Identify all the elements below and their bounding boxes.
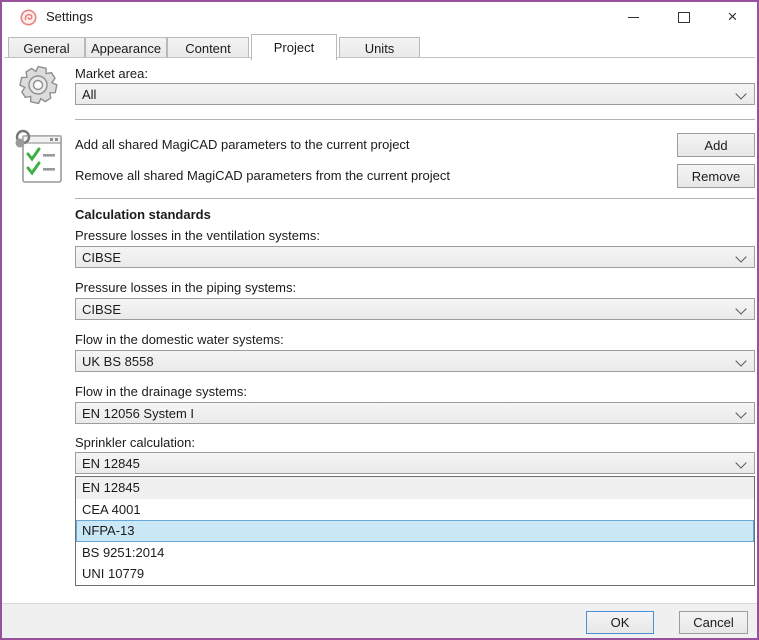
dropdown-option-uni-10779[interactable]: UNI 10779 bbox=[76, 563, 754, 585]
tab-content[interactable]: Content bbox=[167, 37, 249, 59]
drainage-flow-label: Flow in the drainage systems: bbox=[75, 384, 247, 399]
domestic-water-flow-select[interactable]: UK BS 8558 bbox=[75, 350, 755, 372]
tab-appearance[interactable]: Appearance bbox=[85, 37, 167, 59]
market-area-label: Market area: bbox=[75, 66, 148, 81]
close-button[interactable]: × bbox=[710, 2, 755, 32]
title-bar: Settings × bbox=[2, 2, 757, 33]
separator bbox=[75, 119, 755, 120]
chevron-down-icon bbox=[735, 88, 746, 99]
maximize-button[interactable] bbox=[661, 2, 706, 32]
dropdown-option-en-12845[interactable]: EN 12845 bbox=[76, 477, 754, 499]
maximize-icon bbox=[678, 12, 690, 23]
sprinkler-calculation-select[interactable]: EN 12845 bbox=[75, 452, 755, 474]
add-button[interactable]: Add bbox=[677, 133, 755, 157]
calculation-standards-heading: Calculation standards bbox=[75, 207, 211, 222]
chevron-down-icon bbox=[735, 407, 746, 418]
checklist-icon bbox=[12, 128, 66, 193]
window-title: Settings bbox=[46, 9, 93, 24]
dropdown-option-cea-4001[interactable]: CEA 4001 bbox=[76, 499, 754, 521]
chevron-down-icon bbox=[735, 457, 746, 468]
ventilation-pressure-select[interactable]: CIBSE bbox=[75, 246, 755, 268]
tab-strip: General Appearance Content Project Units bbox=[2, 33, 757, 60]
remove-parameters-text: Remove all shared MagiCAD parameters fro… bbox=[75, 168, 450, 183]
chevron-down-icon bbox=[735, 303, 746, 314]
sprinkler-dropdown-list: EN 12845 CEA 4001 NFPA-13 BS 9251:2014 U… bbox=[75, 476, 755, 586]
tab-page-border bbox=[4, 57, 755, 58]
app-logo-icon bbox=[20, 9, 37, 26]
ventilation-pressure-label: Pressure losses in the ventilation syste… bbox=[75, 228, 320, 243]
piping-pressure-label: Pressure losses in the piping systems: bbox=[75, 280, 296, 295]
sprinkler-calculation-label: Sprinkler calculation: bbox=[75, 435, 195, 450]
market-area-select[interactable]: All bbox=[75, 83, 755, 105]
settings-dialog: Settings × General Appearance Content Pr… bbox=[0, 0, 759, 640]
minimize-icon bbox=[628, 17, 639, 18]
add-parameters-text: Add all shared MagiCAD parameters to the… bbox=[75, 137, 410, 152]
separator bbox=[75, 198, 755, 199]
ok-button[interactable]: OK bbox=[586, 611, 654, 634]
dialog-footer: OK Cancel bbox=[2, 603, 757, 638]
drainage-flow-select[interactable]: EN 12056 System I bbox=[75, 402, 755, 424]
remove-button[interactable]: Remove bbox=[677, 164, 755, 188]
dropdown-option-nfpa-13[interactable]: NFPA-13 bbox=[76, 520, 754, 542]
chevron-down-icon bbox=[735, 355, 746, 366]
gear-icon bbox=[14, 63, 62, 116]
tab-general[interactable]: General bbox=[8, 37, 85, 59]
piping-pressure-select[interactable]: CIBSE bbox=[75, 298, 755, 320]
tab-units[interactable]: Units bbox=[339, 37, 420, 59]
tab-project[interactable]: Project bbox=[251, 34, 337, 60]
domestic-water-flow-label: Flow in the domestic water systems: bbox=[75, 332, 284, 347]
dropdown-option-bs-9251-2014[interactable]: BS 9251:2014 bbox=[76, 542, 754, 564]
chevron-down-icon bbox=[735, 251, 746, 262]
minimize-button[interactable] bbox=[611, 2, 656, 32]
project-tab-page: Market area: All Add all shared MagiCAD … bbox=[2, 58, 757, 604]
cancel-button[interactable]: Cancel bbox=[679, 611, 748, 634]
close-icon: × bbox=[728, 7, 738, 27]
